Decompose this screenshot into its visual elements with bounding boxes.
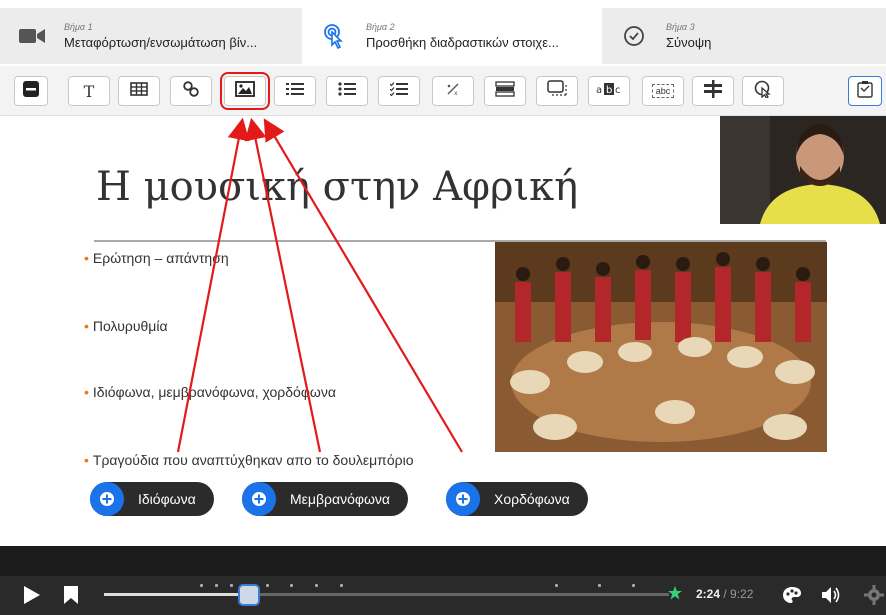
timeline-marker bbox=[555, 584, 558, 587]
annotation-arrows bbox=[176, 117, 463, 453]
star-icon bbox=[668, 586, 682, 605]
timeline-marker bbox=[230, 584, 233, 587]
video-player-controls: 2:24 / 9:22 bbox=[0, 576, 886, 615]
timeline-marker bbox=[290, 584, 293, 587]
timeline-marker bbox=[632, 584, 635, 587]
timeline-marker bbox=[340, 584, 343, 587]
timeline-marker bbox=[598, 584, 601, 587]
arrow-line bbox=[263, 118, 463, 453]
total-time: 9:22 bbox=[730, 587, 754, 601]
palette-icon[interactable] bbox=[782, 586, 802, 609]
volume-icon[interactable] bbox=[822, 586, 842, 609]
bookmark-icon[interactable] bbox=[64, 586, 78, 609]
timeline-marker bbox=[315, 584, 318, 587]
arrow-line bbox=[244, 117, 322, 453]
play-icon[interactable] bbox=[24, 586, 40, 609]
timeline-track[interactable] bbox=[104, 593, 669, 596]
video-letterbox bbox=[0, 546, 886, 576]
settings-gear-icon[interactable] bbox=[864, 585, 884, 610]
time-display: 2:24 / 9:22 bbox=[696, 587, 753, 601]
arrow-line bbox=[176, 117, 250, 453]
timeline-scrubber[interactable] bbox=[237, 584, 260, 606]
timeline-marker bbox=[266, 584, 269, 587]
current-time: 2:24 bbox=[696, 587, 721, 601]
time-separator: / bbox=[720, 587, 731, 601]
timeline-marker bbox=[200, 584, 203, 587]
timeline-marker bbox=[215, 584, 218, 587]
timeline-progress bbox=[104, 593, 249, 596]
